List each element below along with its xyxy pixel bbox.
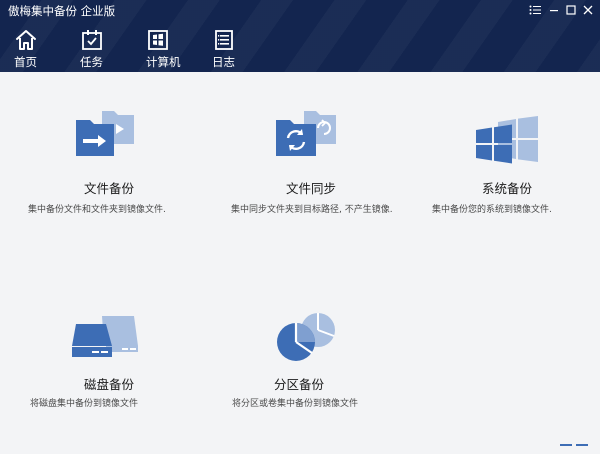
home-panel: 文件备份 集中备份文件和文件夹到镜像文件. 文件同步 集中同步文件夹到目标路径,… xyxy=(0,72,600,454)
minimize-button[interactable] xyxy=(546,3,562,17)
card-description: 集中备份文件和文件夹到镜像文件. xyxy=(28,205,166,215)
file-sync-art xyxy=(216,104,406,182)
card-title: 文件备份 xyxy=(83,181,134,196)
task-icon xyxy=(82,30,102,50)
nav-item-tasks[interactable]: 任务 xyxy=(80,28,146,70)
nav-label-computer: 计算机 xyxy=(146,55,181,69)
home-icon xyxy=(16,30,36,50)
menu-button[interactable] xyxy=(527,3,543,17)
nav-label-home: 首页 xyxy=(14,55,37,69)
card-file-sync[interactable]: 文件同步 集中同步文件夹到目标路径, 不产生镜像. xyxy=(216,104,406,215)
file-sync-icon xyxy=(276,111,336,156)
system-backup-art xyxy=(412,104,600,182)
card-partition-backup[interactable]: 分区备份 将分区或卷集中备份到镜像文件 xyxy=(204,312,394,412)
card-title: 文件同步 xyxy=(285,181,336,196)
card-title: 磁盘备份 xyxy=(83,377,134,392)
card-description: 集中同步文件夹到目标路径, 不产生镜像. xyxy=(231,205,393,215)
card-file-backup[interactable]: 文件备份 集中备份文件和文件夹到镜像文件. xyxy=(14,104,204,215)
minimize-icon xyxy=(550,10,558,12)
disk-backup-icon xyxy=(72,316,138,357)
file-backup-art xyxy=(14,104,204,182)
main-nav: 首页 任务 计算机 日志 xyxy=(14,28,278,70)
maximize-button[interactable] xyxy=(563,3,579,17)
close-button[interactable] xyxy=(580,3,596,17)
file-backup-icon xyxy=(76,111,134,156)
card-description: 将分区或卷集中备份到镜像文件 xyxy=(232,399,359,409)
card-description: 将磁盘集中备份到镜像文件 xyxy=(30,399,139,409)
card-system-backup[interactable]: 系统备份 集中备份您的系统到镜像文件. xyxy=(412,104,600,215)
nav-item-log[interactable]: 日志 xyxy=(212,28,278,70)
card-title: 系统备份 xyxy=(481,181,532,196)
maximize-icon xyxy=(566,5,576,15)
nav-item-home[interactable]: 首页 xyxy=(14,28,80,70)
page-indicator-dash xyxy=(576,444,588,446)
nav-label-tasks: 任务 xyxy=(80,55,103,69)
card-disk-backup[interactable]: 磁盘备份 将磁盘集中备份到镜像文件 xyxy=(14,312,204,412)
system-backup-icon xyxy=(476,116,538,164)
nav-label-log: 日志 xyxy=(212,55,235,69)
card-title: 分区备份 xyxy=(273,377,324,392)
title-bar: 傲梅集中备份 企业版 首页 任务 计算机 日志 xyxy=(0,0,600,72)
computer-icon xyxy=(148,30,168,50)
menu-icon xyxy=(529,5,541,15)
close-icon xyxy=(583,5,593,15)
nav-item-computer[interactable]: 计算机 xyxy=(146,28,212,70)
log-icon xyxy=(215,30,233,50)
page-indicator-dash xyxy=(560,444,572,446)
card-description: 集中备份您的系统到镜像文件. xyxy=(432,205,552,215)
partition-backup-icon xyxy=(277,313,335,361)
app-title: 傲梅集中备份 企业版 xyxy=(8,4,116,18)
page-indicator[interactable] xyxy=(560,444,588,446)
